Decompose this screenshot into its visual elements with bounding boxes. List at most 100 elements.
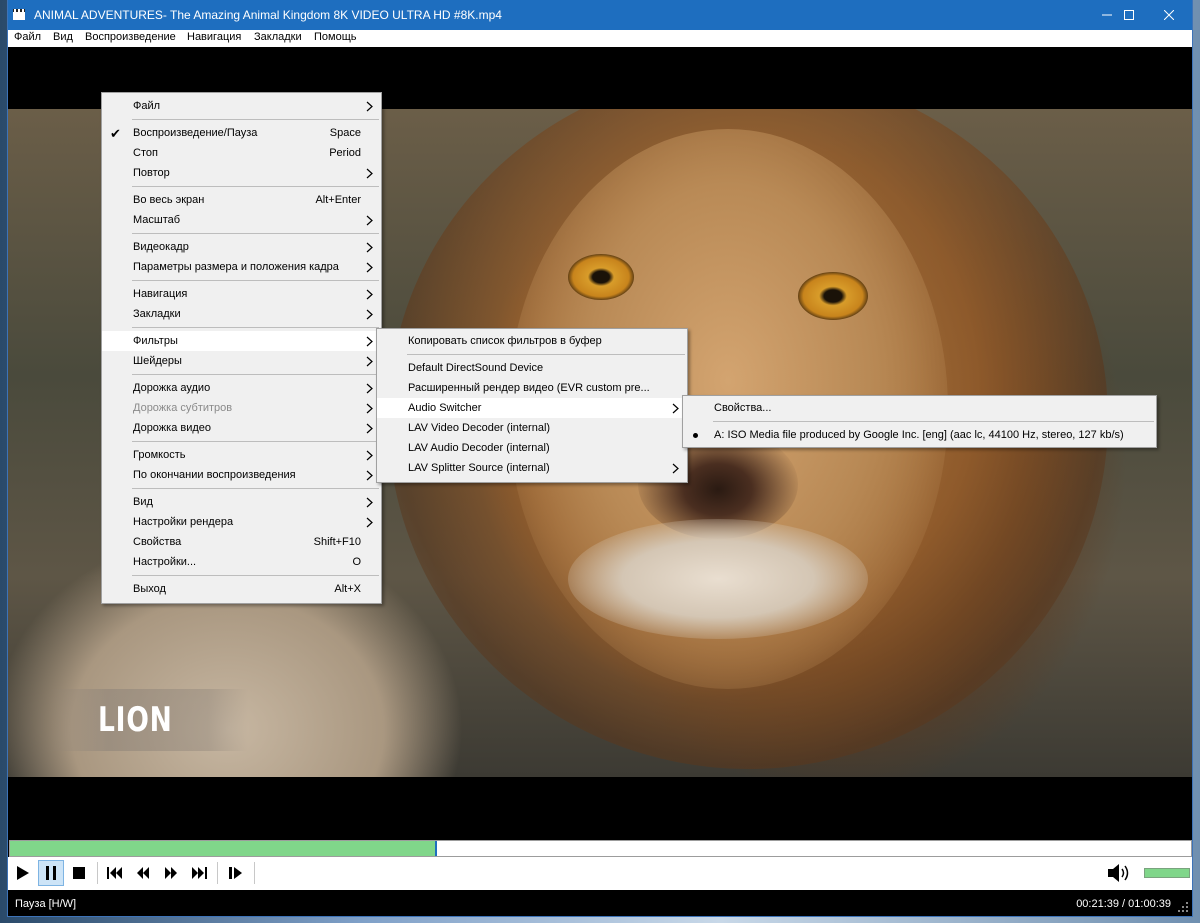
stop-icon (73, 867, 85, 879)
submenu-arrow-icon (366, 403, 373, 414)
menu-separator (132, 280, 379, 281)
pause-button[interactable] (38, 860, 64, 886)
menu-separator (132, 374, 379, 375)
main-menu-item-shortcut: Alt+X (334, 583, 361, 595)
main-menu-item-label: Шейдеры (133, 355, 182, 367)
lion-muzzle (568, 519, 868, 639)
audio-switcher-menu-item[interactable]: A: ISO Media file produced by Google Inc… (683, 425, 1156, 445)
main-menu-item[interactable]: По окончании воспроизведения (102, 465, 381, 485)
main-menu-item[interactable]: Дорожка видео (102, 418, 381, 438)
main-menu-item[interactable]: Шейдеры (102, 351, 381, 371)
submenu-arrow-icon (366, 517, 373, 528)
frame-step-button[interactable] (223, 860, 249, 886)
lion-eye-left (568, 254, 634, 300)
menu-navigation[interactable]: Навигация (187, 31, 241, 43)
main-menu-item[interactable]: Дорожка аудио (102, 378, 381, 398)
main-menu-item[interactable]: Во весь экран Alt+Enter (102, 190, 381, 210)
previous-button[interactable] (102, 860, 128, 886)
control-separator (217, 862, 218, 884)
seek-knob[interactable] (435, 841, 437, 856)
menu-help[interactable]: Помощь (314, 31, 357, 43)
main-menu-item[interactable]: Фильтры (102, 331, 381, 351)
filters-menu-item[interactable]: Копировать список фильтров в буфер (377, 331, 687, 351)
title-bar[interactable]: ANIMAL ADVENTURES- The Amazing Animal Ki… (8, 0, 1192, 30)
main-menu-item[interactable]: Громкость (102, 445, 381, 465)
filters-menu-item-label: LAV Audio Decoder (internal) (408, 442, 550, 454)
close-icon (1164, 10, 1174, 20)
submenu-arrow-icon (366, 497, 373, 508)
main-menu-item-label: Дорожка аудио (133, 382, 211, 394)
main-menu-item-label: Параметры размера и положения кадра (133, 261, 339, 273)
radio-bullet-icon (693, 433, 698, 438)
filters-menu-item-label: Default DirectSound Device (408, 362, 544, 374)
lion-eye-right (798, 272, 868, 320)
filters-menu-item[interactable]: Default DirectSound Device (377, 358, 687, 378)
forward-button[interactable] (158, 860, 184, 886)
filters-menu-item[interactable]: LAV Audio Decoder (internal) (377, 438, 687, 458)
main-menu-item-label: Дорожка субтитров (133, 402, 233, 414)
main-menu-item[interactable]: Настройки... O (102, 552, 381, 572)
main-menu-item[interactable]: Выход Alt+X (102, 579, 381, 599)
filters-menu-item[interactable]: LAV Video Decoder (internal) (377, 418, 687, 438)
frame-step-icon (229, 867, 242, 879)
control-bar (8, 857, 1192, 890)
submenu-arrow-icon (366, 423, 373, 434)
main-menu-item[interactable]: Параметры размера и положения кадра (102, 257, 381, 277)
main-menu-item-label: Повтор (133, 167, 170, 179)
main-menu-item-label: Дорожка видео (133, 422, 212, 434)
main-menu-item-shortcut: O (352, 556, 361, 568)
playback-status: Пауза [H/W] (15, 898, 77, 910)
context-menu: Файл ✔ Воспроизведение/Пауза Space Стоп Perio… (101, 92, 382, 604)
close-button[interactable] (1146, 0, 1192, 30)
menu-separator (132, 441, 379, 442)
filters-menu-item[interactable]: LAV Splitter Source (internal) (377, 458, 687, 478)
main-menu-item-label: Настройки рендера (133, 516, 234, 528)
control-separator (254, 862, 255, 884)
volume-slider[interactable] (1144, 868, 1190, 878)
menu-file[interactable]: Файл (14, 31, 41, 43)
filters-menu-item[interactable]: Audio Switcher (377, 398, 687, 418)
menu-view[interactable]: Вид (53, 31, 73, 43)
play-button[interactable] (10, 860, 36, 886)
menu-playback[interactable]: Воспроизведение (85, 31, 176, 43)
rewind-icon (137, 867, 149, 879)
filters-menu-item-label: Audio Switcher (408, 402, 482, 414)
submenu-arrow-icon (366, 309, 373, 320)
mute-button[interactable] (1106, 862, 1132, 884)
main-menu-item-label: Настройки... (133, 556, 197, 568)
stop-button[interactable] (66, 860, 92, 886)
audio-switcher-submenu: Свойства... A: ISO Media file produced by… (682, 395, 1157, 448)
main-menu-item[interactable]: Повтор (102, 163, 381, 183)
main-menu-item[interactable]: Закладки (102, 304, 381, 324)
seek-bar[interactable] (9, 840, 1192, 857)
menu-separator (132, 575, 379, 576)
audio-switcher-menu-item[interactable]: Свойства... (683, 398, 1156, 418)
audio-switcher-menu-item-label: A: ISO Media file produced by Google Inc… (714, 429, 1124, 441)
main-menu-item[interactable]: Настройки рендера (102, 512, 381, 532)
control-separator (97, 862, 98, 884)
resize-grip-icon[interactable] (1178, 902, 1188, 912)
main-menu-item-label: Вид (133, 496, 153, 508)
main-menu-item[interactable]: Файл (102, 96, 381, 116)
main-menu-item-label: Во весь экран (133, 194, 205, 206)
menu-separator (132, 233, 379, 234)
filters-menu-item-label: Копировать список фильтров в буфер (408, 335, 602, 347)
main-menu-item-label: Масштаб (133, 214, 181, 226)
main-menu-item[interactable]: Свойства Shift+F10 (102, 532, 381, 552)
submenu-arrow-icon (366, 262, 373, 273)
main-menu-item[interactable]: Вид (102, 492, 381, 512)
submenu-arrow-icon (366, 101, 373, 112)
main-menu-item[interactable]: Навигация (102, 284, 381, 304)
fast-forward-icon (165, 867, 177, 879)
main-menu-item[interactable]: ✔ Воспроизведение/Пауза Space (102, 123, 381, 143)
main-menu-item[interactable]: Масштаб (102, 210, 381, 230)
next-button[interactable] (186, 860, 212, 886)
main-menu-item[interactable]: Видеокадр (102, 237, 381, 257)
submenu-arrow-icon (366, 336, 373, 347)
rewind-button[interactable] (130, 860, 156, 886)
window-title: ANIMAL ADVENTURES- The Amazing Animal Ki… (34, 8, 502, 22)
main-menu-item[interactable]: Стоп Period (102, 143, 381, 163)
filters-menu-item[interactable]: Расширенный рендер видео (EVR custom pre… (377, 378, 687, 398)
menu-bar: Файл Вид Воспроизведение Навигация Закла… (8, 30, 1192, 47)
menu-bookmarks[interactable]: Закладки (254, 31, 302, 43)
